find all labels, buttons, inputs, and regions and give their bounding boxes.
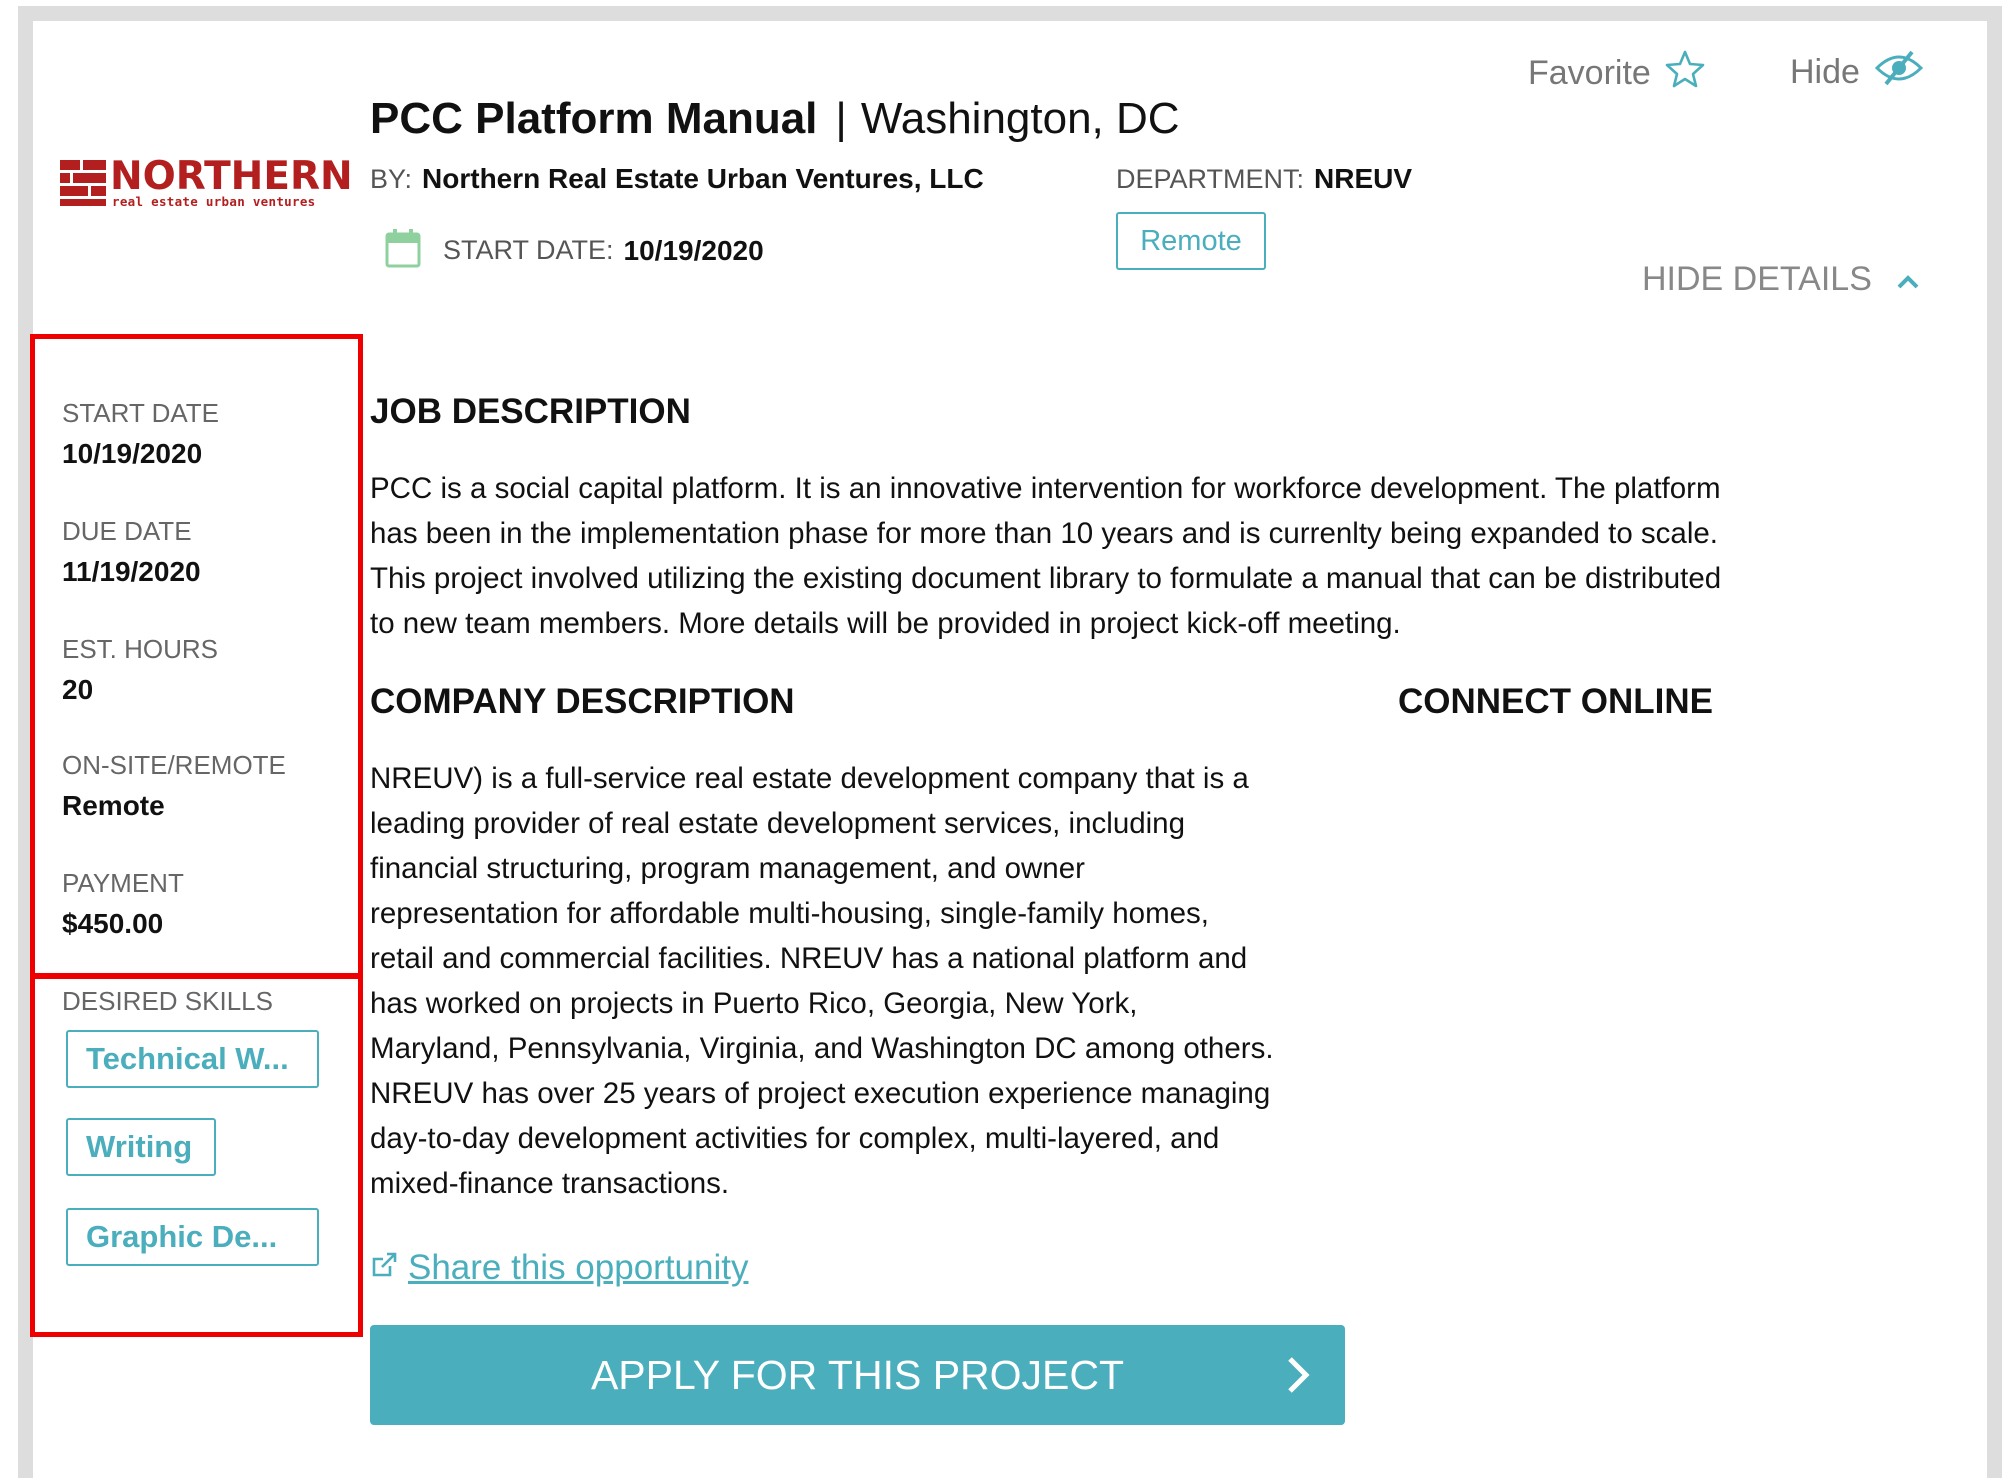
- connect-online-heading: CONNECT ONLINE: [1398, 682, 1713, 721]
- page-title: PCC Platform Manual | Washington, DC: [370, 94, 1180, 144]
- hide-details-toggle[interactable]: HIDE DETAILS: [1642, 260, 1920, 299]
- apply-label: APPLY FOR THIS PROJECT: [590, 1351, 1125, 1398]
- company-description-line: financial structuring, program managemen…: [370, 852, 1085, 885]
- company-description-line: representation for affordable multi-hous…: [370, 897, 1209, 930]
- onsite-remote-detail-value: Remote: [62, 790, 165, 821]
- department-label: DEPARTMENT:: [1116, 164, 1305, 194]
- company-description-line: has worked on projects in Puerto Rico, G…: [370, 987, 1138, 1020]
- company-description-heading: COMPANY DESCRIPTION: [370, 682, 795, 721]
- title-separator: |: [835, 94, 847, 143]
- share-link[interactable]: Share this opportunity: [370, 1248, 748, 1288]
- company-description-line: NREUV has over 25 years of project execu…: [370, 1077, 1271, 1110]
- company-description-line: leading provider of real estate developm…: [370, 807, 1185, 840]
- chevron-right-icon: [1285, 1355, 1311, 1405]
- start-date-line: START DATE: 10/19/2020: [385, 228, 764, 273]
- company-description-line: NREUV) is a full-service real estate dev…: [370, 762, 1249, 795]
- start-date-label: START DATE:: [443, 235, 614, 265]
- chevron-up-icon: [1896, 260, 1920, 299]
- eye-slash-icon: [1874, 50, 1924, 95]
- skill-chip-technical-writing[interactable]: Technical W...: [66, 1030, 319, 1088]
- company-description-line: day-to-day development activities for co…: [370, 1122, 1220, 1155]
- project-title: PCC Platform Manual: [370, 94, 818, 143]
- desired-skills-label: DESIRED SKILLS: [62, 986, 273, 1016]
- company-name: Northern Real Estate Urban Ventures, LLC: [422, 163, 984, 194]
- skill-chip-graphic-design[interactable]: Graphic De...: [66, 1208, 319, 1266]
- hide-button[interactable]: Hide: [1790, 50, 1924, 95]
- skill-chip-writing[interactable]: Writing: [66, 1118, 216, 1176]
- due-date-detail-label: DUE DATE: [62, 516, 192, 546]
- job-description-line: This project involved utilizing the exis…: [370, 562, 1722, 595]
- by-label: BY:: [370, 164, 413, 194]
- project-location: Washington, DC: [860, 94, 1180, 143]
- hide-details-label: HIDE DETAILS: [1642, 260, 1872, 298]
- company-line: BY: Northern Real Estate Urban Ventures,…: [370, 163, 984, 195]
- job-description-text: PCC is a social capital platform. It is …: [370, 466, 1850, 646]
- company-logo: NORTHERN real estate urban ventures: [60, 154, 353, 210]
- job-description-line: to new team members. More details will b…: [370, 607, 1401, 640]
- job-description-line: PCC is a social capital platform. It is …: [370, 472, 1721, 505]
- star-icon: [1665, 50, 1705, 97]
- logo-brick-icon: [60, 160, 106, 206]
- logo-wordmark: NORTHERN: [110, 154, 353, 199]
- company-description-line: retail and commercial facilities. NREUV …: [370, 942, 1248, 975]
- external-link-icon: [370, 1248, 398, 1288]
- job-description-line: has been in the implementation phase for…: [370, 517, 1718, 550]
- department-value: NREUV: [1314, 163, 1413, 194]
- work-mode-badge: Remote: [1116, 212, 1266, 270]
- payment-detail-value: $450.00: [62, 908, 164, 939]
- est-hours-detail-label: EST. HOURS: [62, 634, 219, 664]
- onsite-remote-detail-label: ON-SITE/REMOTE: [62, 750, 286, 780]
- company-description-line: Maryland, Pennsylvania, Virginia, and Wa…: [370, 1032, 1274, 1065]
- company-description-text: NREUV) is a full-service real estate dev…: [370, 756, 1350, 1206]
- start-date-detail-label: START DATE: [62, 398, 219, 428]
- start-date-value: 10/19/2020: [623, 234, 764, 266]
- department-line: DEPARTMENT: NREUV: [1116, 163, 1412, 195]
- favorite-button[interactable]: Favorite: [1528, 50, 1705, 97]
- due-date-detail-value: 11/19/2020: [62, 556, 201, 587]
- share-label: Share this opportunity: [408, 1248, 749, 1287]
- est-hours-detail-value: 20: [62, 674, 94, 705]
- payment-detail-label: PAYMENT: [62, 868, 184, 898]
- logo-tagline: real estate urban ventures: [112, 194, 316, 209]
- job-description-heading: JOB DESCRIPTION: [370, 392, 691, 431]
- apply-button[interactable]: APPLY FOR THIS PROJECT: [370, 1325, 1345, 1425]
- favorite-label: Favorite: [1528, 54, 1651, 92]
- start-date-detail-value: 10/19/2020: [62, 438, 203, 469]
- hide-label: Hide: [1790, 53, 1860, 91]
- company-description-line: mixed-finance transactions.: [370, 1167, 730, 1200]
- calendar-icon: [385, 228, 421, 273]
